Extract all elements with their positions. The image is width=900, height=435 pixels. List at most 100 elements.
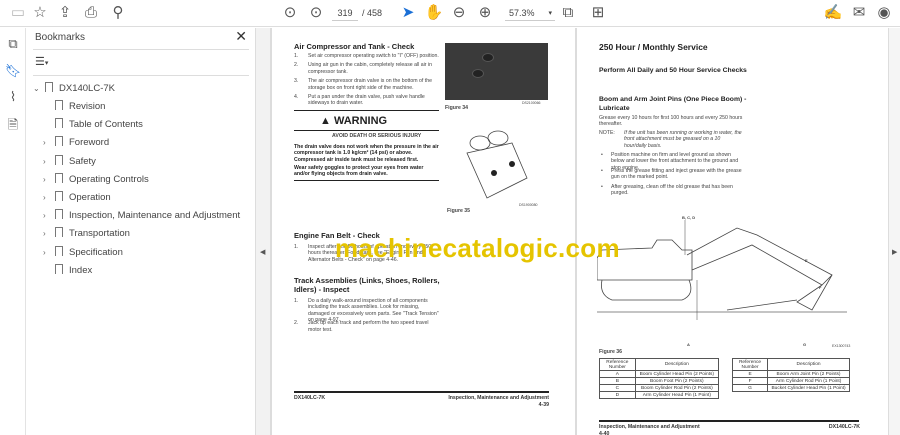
footer-model: DX140LC-7K xyxy=(294,395,326,401)
close-icon[interactable]: ✕ xyxy=(235,28,247,45)
hand-icon[interactable]: ✋ xyxy=(424,4,444,22)
save-icon[interactable]: ▭ xyxy=(8,4,28,22)
bookmark-icon xyxy=(55,136,63,147)
bookmark-options-button[interactable]: ☰▾ xyxy=(35,55,48,68)
table-cell: Arm Cylinder Head Pin (1 Point) xyxy=(634,391,720,399)
toolbar: ▭ ☆ ⇪ ⎙ ⚲ ⊙ ⊙ 319 / 458 ➤ ✋ ⊖ ⊕ 57.3% ▾ … xyxy=(0,0,900,27)
bookmark-item[interactable]: Index xyxy=(43,262,92,280)
bullet: • xyxy=(601,152,603,158)
bookmark-label: Table of Contents xyxy=(69,119,143,131)
step-text: Set air compressor operating switch to "… xyxy=(308,53,439,59)
bookmark-item[interactable]: Revision xyxy=(43,98,105,116)
figure-code: EX1300743 xyxy=(832,344,851,348)
page-number: 4-39 xyxy=(538,402,549,408)
page-number-input[interactable]: 319 xyxy=(332,6,358,21)
step-number: 1. xyxy=(294,244,299,250)
table-row: D Arm Cylinder Head Pin (1 Point) xyxy=(599,391,720,399)
warning-icon: ▲ xyxy=(320,115,331,127)
column-header: Description xyxy=(767,358,850,371)
chevron-right-icon[interactable]: › xyxy=(43,189,53,207)
bullet-text: After greasing, clean off the old grease… xyxy=(611,183,733,196)
print-icon[interactable]: ⎙ xyxy=(81,4,101,22)
step-text: Using air gun in the cabin, completely r… xyxy=(308,62,432,75)
star-icon[interactable]: ☆ xyxy=(30,4,50,22)
zoom-in-icon[interactable]: ⊕ xyxy=(475,4,495,22)
bookmark-icon xyxy=(55,172,63,183)
footer-rule xyxy=(599,420,859,422)
chevron-right-icon[interactable]: › xyxy=(43,153,53,171)
column-header: Description xyxy=(634,358,720,371)
chevron-right-icon[interactable]: › xyxy=(43,225,53,243)
upload-icon[interactable]: ⇪ xyxy=(55,4,75,22)
bookmarks-panel: Bookmarks ✕ ☰▾ ⌄ DX140LC-7K Revision Table … xyxy=(27,28,255,435)
bullet: • xyxy=(601,183,603,190)
table-row: G Bucket Cylinder Head Pin (1 Point) xyxy=(731,384,850,392)
next-page-icon[interactable]: ⊙ xyxy=(306,4,326,22)
table-row: E Boom Arm Joint Pin (2 Points) xyxy=(731,370,850,378)
paragraph: Grease every 10 hours for first 100 hour… xyxy=(599,115,743,128)
warning-text: The drain valve does not work when the p… xyxy=(294,144,439,163)
chevron-right-icon[interactable]: › xyxy=(43,244,53,262)
zoom-select[interactable]: 57.3% ▾ xyxy=(505,6,555,21)
chevron-right-icon[interactable]: › xyxy=(43,207,53,225)
step-text: The air compressor drain valve is on the… xyxy=(308,78,432,91)
bookmark-label: Index xyxy=(69,264,93,276)
bookmark-icon xyxy=(55,245,63,256)
bookmark-label: DX140LC-7K xyxy=(59,83,115,94)
sign-icon[interactable]: ✍ xyxy=(823,4,843,22)
warning-subtitle: AVOID DEATH OR SERIOUS INJURY xyxy=(332,133,422,139)
chevron-down-icon[interactable]: ⌄ xyxy=(33,80,43,98)
section-heading: Track Assemblies (Links, Shoes, Rollers,… xyxy=(294,276,440,294)
scroll-mode-icon[interactable]: ⊞ xyxy=(588,4,608,22)
search-icon[interactable]: ⚲ xyxy=(108,4,128,22)
footer-section: Inspection, Maintenance and Adjustment xyxy=(599,424,700,430)
bookmark-label: Foreword xyxy=(69,137,110,149)
attachment-icon[interactable]: ⌇ xyxy=(4,88,22,106)
table-cell: Arm Cylinder Rod Pin (1 Point) xyxy=(767,377,850,385)
chevron-down-icon: ▾ xyxy=(548,10,552,17)
vertical-scrollbar[interactable]: ▶ xyxy=(888,28,900,435)
note-label: NOTE: xyxy=(599,130,615,136)
prev-page-icon[interactable]: ⊙ xyxy=(280,4,300,22)
bookmark-item[interactable]: › Operating Controls xyxy=(43,171,149,189)
bookmark-icon[interactable]: 🔖︎ xyxy=(4,62,22,80)
warning-title: WARNING xyxy=(333,115,388,127)
pages-icon[interactable]: ⧉ xyxy=(4,35,22,53)
bookmark-root[interactable]: ⌄ DX140LC-7K xyxy=(33,80,115,98)
footer-model: DX140LC-7K xyxy=(828,424,860,430)
bookmark-item[interactable]: › Operation xyxy=(43,189,111,207)
table-row: F Arm Cylinder Rod Pin (1 Point) xyxy=(731,377,850,385)
bullet-text: Press the grease fitting and inject grea… xyxy=(611,167,742,181)
bookmark-item[interactable]: › Specification xyxy=(43,244,123,262)
document-view: Air Compressor and Tank - Check 1. Set ai… xyxy=(270,28,888,435)
bookmark-icon xyxy=(55,118,63,129)
footer-section: Inspection, Maintenance and Adjustment xyxy=(448,395,549,401)
account-icon[interactable]: ◉ xyxy=(874,4,894,22)
bookmark-item[interactable]: Table of Contents xyxy=(43,116,143,134)
column-header: Reference Number xyxy=(731,358,769,371)
zoom-out-icon[interactable]: ⊖ xyxy=(449,4,469,22)
bookmark-item[interactable]: › Safety xyxy=(43,153,96,171)
select-arrow-icon[interactable]: ➤ xyxy=(398,4,418,22)
step-text: Put a pan under the drain valve, push va… xyxy=(308,94,425,107)
fit-page-icon[interactable]: ⧉ xyxy=(558,4,578,22)
bookmark-icon xyxy=(55,209,63,220)
step-number: 1. xyxy=(294,298,299,304)
bookmark-label: Operating Controls xyxy=(69,173,149,185)
bookmark-item[interactable]: › Foreword xyxy=(43,134,109,152)
table-cell: Bucket Cylinder Head Pin (1 Point) xyxy=(767,384,850,392)
bookmark-item[interactable]: › Inspection, Maintenance and Adjustment xyxy=(43,207,240,225)
figure-35-image xyxy=(466,130,528,199)
collapse-arrow-icon[interactable]: ◀ xyxy=(260,248,265,256)
chevron-right-icon[interactable]: › xyxy=(43,171,53,189)
mail-icon[interactable]: ✉ xyxy=(849,4,869,22)
panel-splitter[interactable]: ◀ xyxy=(255,28,270,435)
chevron-right-icon[interactable]: › xyxy=(43,134,53,152)
bookmark-icon xyxy=(55,154,63,165)
divider xyxy=(294,180,439,181)
bookmark-item[interactable]: › Transportation xyxy=(43,225,130,243)
callout-label: A xyxy=(687,342,690,347)
document-info-icon[interactable]: 🗎︎ xyxy=(4,116,22,134)
bookmark-label: Operation xyxy=(69,192,111,203)
expand-arrow-icon[interactable]: ▶ xyxy=(892,248,897,256)
